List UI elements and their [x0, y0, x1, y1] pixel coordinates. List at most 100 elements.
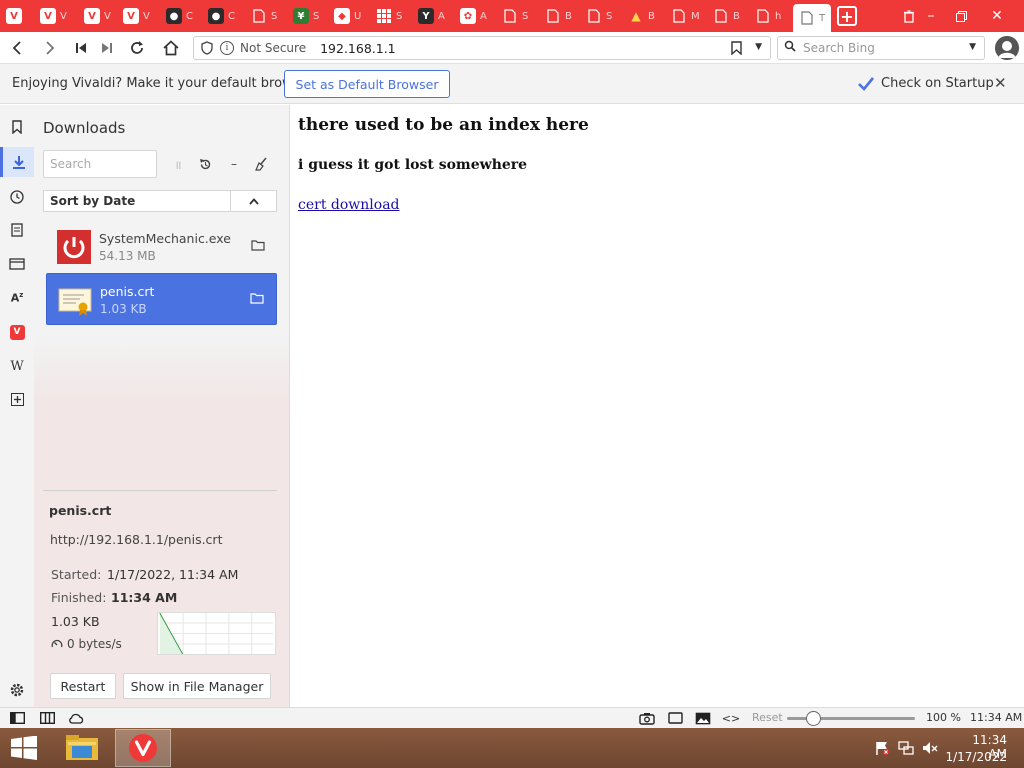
- tab[interactable]: ● C: [202, 4, 242, 28]
- shield-icon[interactable]: [200, 41, 214, 55]
- zoom-reset-button[interactable]: Reset: [752, 711, 783, 724]
- wikipedia-webpanel-icon[interactable]: W: [0, 351, 34, 381]
- download-item[interactable]: SystemMechanic.exe 54.13 MB: [46, 221, 277, 273]
- vivaldi-menu-button[interactable]: V: [0, 4, 34, 28]
- url-text[interactable]: 192.168.1.1: [320, 41, 396, 56]
- sync-cloud-icon[interactable]: [68, 711, 84, 725]
- bookmarks-panel-icon[interactable]: [0, 112, 34, 142]
- chevron-down-icon[interactable]: ▼: [755, 42, 762, 52]
- tab-title: B: [648, 10, 655, 22]
- download-item-selected[interactable]: penis.crt 1.03 KB: [46, 273, 277, 325]
- add-webpanel-icon[interactable]: [0, 384, 34, 414]
- tab[interactable]: B: [707, 4, 747, 28]
- network-icon[interactable]: [898, 740, 914, 756]
- images-toggle-icon[interactable]: [695, 711, 711, 725]
- tab-tiling-icon[interactable]: [39, 711, 55, 725]
- tab[interactable]: T: [793, 4, 831, 32]
- document-icon: [713, 8, 729, 24]
- page-tiling-icon[interactable]: [667, 711, 683, 725]
- downloads-search-input[interactable]: Search: [43, 150, 157, 178]
- search-icon[interactable]: [784, 40, 797, 56]
- search-engine-field[interactable]: Search Bing ▼: [777, 36, 985, 60]
- panel-title: Downloads: [43, 119, 126, 137]
- vivaldi-webpanel-icon[interactable]: V: [0, 317, 34, 347]
- details-filename: penis.crt: [49, 503, 112, 518]
- windows-start-icon[interactable]: [10, 736, 38, 760]
- bookmark-icon[interactable]: [731, 41, 742, 55]
- retry-icon[interactable]: [193, 152, 217, 176]
- tab[interactable]: ✿ A: [454, 4, 494, 28]
- restore-button[interactable]: [946, 0, 976, 32]
- url-field[interactable]: i Not Secure 192.168.1.1 ▼: [193, 36, 771, 60]
- tab[interactable]: ▲ B: [622, 4, 662, 28]
- pause-icon[interactable]: ॥: [166, 152, 190, 176]
- reload-button[interactable]: [125, 36, 149, 60]
- settings-gear-icon[interactable]: [9, 682, 25, 698]
- folder-icon[interactable]: [251, 239, 265, 251]
- rewind-button[interactable]: [69, 36, 93, 60]
- restart-button[interactable]: Restart: [50, 673, 116, 699]
- history-panel-icon[interactable]: [0, 182, 34, 212]
- tab[interactable]: YA: [412, 4, 452, 28]
- profile-avatar-icon[interactable]: [995, 36, 1019, 60]
- file-explorer-icon[interactable]: [54, 729, 110, 767]
- window-panel-icon[interactable]: [0, 249, 34, 279]
- check-on-startup-checkbox[interactable]: [857, 75, 875, 93]
- close-window-button[interactable]: ✕: [982, 0, 1012, 32]
- taskbar-date[interactable]: 1/17/2022: [945, 750, 1007, 764]
- home-button[interactable]: [159, 36, 183, 60]
- warning-icon: ▲: [631, 9, 641, 23]
- tab[interactable]: S: [496, 4, 536, 28]
- downloads-panel-icon[interactable]: [0, 147, 34, 177]
- speed-value: 0 bytes/s: [67, 637, 122, 651]
- tab[interactable]: S: [370, 4, 410, 28]
- forward-button[interactable]: [38, 36, 62, 60]
- chevron-up-icon[interactable]: [230, 191, 276, 211]
- info-icon[interactable]: i: [220, 41, 234, 55]
- color-wheel-icon: ✿: [460, 8, 476, 24]
- fast-forward-button[interactable]: [95, 36, 119, 60]
- tab[interactable]: VV: [117, 4, 157, 28]
- tab[interactable]: ◆ U: [328, 4, 368, 28]
- new-tab-button[interactable]: +: [837, 6, 857, 26]
- back-button[interactable]: [5, 36, 29, 60]
- tab[interactable]: M: [665, 4, 705, 28]
- cert-download-link[interactable]: cert download: [298, 197, 400, 213]
- chevron-down-icon[interactable]: ▼: [969, 42, 976, 52]
- notes-panel-icon[interactable]: [0, 215, 34, 245]
- set-default-browser-button[interactable]: Set as Default Browser: [284, 70, 450, 98]
- capture-camera-icon[interactable]: [639, 711, 655, 725]
- download-size: 54.13 MB: [99, 249, 156, 263]
- action-center-flag-icon[interactable]: [874, 740, 890, 756]
- tab[interactable]: ● C: [160, 4, 200, 28]
- clear-downloads-broom-icon[interactable]: [249, 152, 273, 176]
- show-in-file-manager-button[interactable]: Show in File Manager: [123, 673, 271, 699]
- tab[interactable]: VV: [78, 4, 118, 28]
- translate-panel-icon[interactable]: Az: [0, 283, 34, 313]
- document-icon: [502, 8, 518, 24]
- zoom-level: 100 %: [926, 711, 961, 724]
- toggle-panel-icon[interactable]: [9, 711, 25, 725]
- sort-selector[interactable]: Sort by Date: [43, 190, 277, 212]
- volume-muted-icon[interactable]: [922, 740, 938, 756]
- vivaldi-taskbar-icon[interactable]: [115, 729, 171, 767]
- check-on-startup-label[interactable]: Check on Startup: [881, 76, 994, 91]
- minimize-button[interactable]: –: [916, 0, 946, 32]
- tab[interactable]: S: [245, 4, 285, 28]
- page-actions-icon[interactable]: <>: [722, 711, 740, 725]
- green-app-icon: ¥: [293, 8, 309, 24]
- folder-icon[interactable]: [250, 292, 264, 304]
- tab[interactable]: h: [749, 4, 789, 28]
- tab[interactable]: ¥ S: [287, 4, 327, 28]
- close-notification-icon[interactable]: ✕: [994, 74, 1007, 92]
- zoom-slider-handle[interactable]: [806, 711, 821, 726]
- document-icon: [755, 8, 771, 24]
- security-label[interactable]: Not Secure: [240, 41, 306, 55]
- remove-icon[interactable]: –: [222, 152, 246, 176]
- tab[interactable]: VV: [34, 4, 74, 28]
- details-url[interactable]: http://192.168.1.1/penis.crt: [50, 532, 222, 547]
- sort-label[interactable]: Sort by Date: [50, 194, 135, 208]
- tab[interactable]: B: [539, 4, 579, 28]
- tab[interactable]: S: [580, 4, 620, 28]
- search-placeholder: Search Bing: [803, 41, 875, 55]
